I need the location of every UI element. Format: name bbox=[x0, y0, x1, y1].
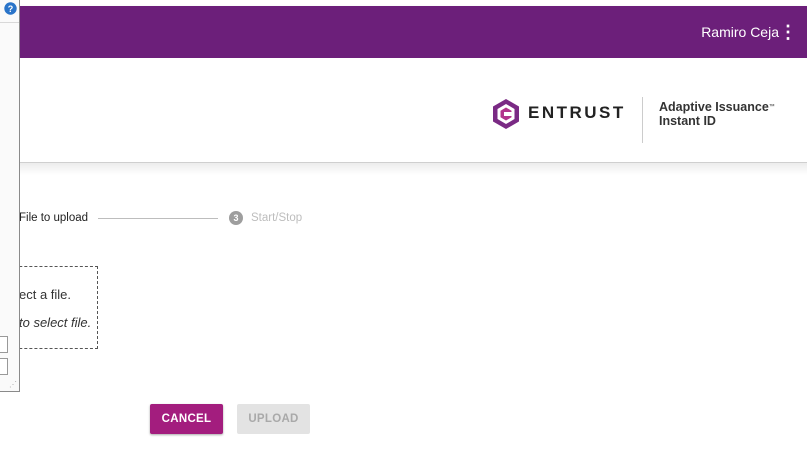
step-connector bbox=[98, 218, 218, 219]
drop-zone-instruction: ect a file. bbox=[19, 287, 72, 302]
entrust-logo-icon bbox=[493, 99, 519, 129]
panel-separator bbox=[0, 22, 19, 23]
brand-divider bbox=[642, 97, 643, 143]
user-name[interactable]: Ramiro Ceja bbox=[701, 6, 779, 58]
brand-name: ENTRUST bbox=[528, 103, 626, 122]
help-circle-icon[interactable]: ? bbox=[4, 2, 17, 15]
svg-text:?: ? bbox=[8, 4, 14, 14]
panel-field-1[interactable] bbox=[0, 336, 8, 353]
product-line-1: Adaptive Issuance bbox=[659, 100, 769, 114]
product-name: Adaptive Issuance™ Instant ID bbox=[659, 100, 775, 128]
trademark-mark: ™ bbox=[768, 104, 775, 110]
drop-zone-hint: to select file. bbox=[19, 315, 92, 330]
panel-field-2[interactable] bbox=[0, 358, 8, 375]
cancel-button[interactable]: CANCEL bbox=[150, 404, 223, 434]
step-start-stop: Start/Stop bbox=[251, 212, 303, 224]
resize-grip-icon[interactable]: ⋰ bbox=[9, 380, 17, 389]
vertical-dots-icon[interactable]: ⋮ bbox=[779, 6, 797, 58]
side-panel: ? ⋰ bbox=[0, 0, 20, 392]
product-line-2: Instant ID bbox=[659, 114, 716, 128]
upload-button[interactable]: UPLOAD bbox=[237, 404, 310, 434]
header-shadow bbox=[0, 163, 807, 175]
step-3-badge: 3 bbox=[229, 211, 243, 225]
top-app-bar: Ramiro Ceja ⋮ bbox=[0, 6, 807, 58]
step-file-to-upload: File to upload bbox=[19, 212, 89, 224]
